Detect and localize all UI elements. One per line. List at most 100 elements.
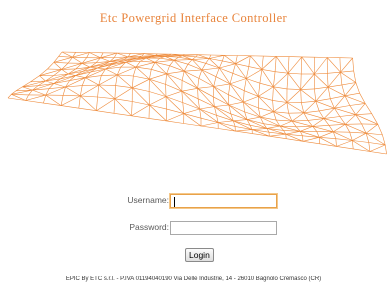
mesh-edge <box>183 113 202 119</box>
mesh-edge <box>300 89 316 102</box>
password-row: Password: <box>0 221 387 236</box>
mesh-edge <box>116 52 129 58</box>
mesh-edge <box>235 126 253 130</box>
mesh-edge <box>184 69 202 72</box>
mesh-edge <box>32 89 46 96</box>
mesh-edge <box>53 62 69 64</box>
text-caret <box>174 197 175 207</box>
mesh-edge <box>269 135 287 139</box>
mesh-edge <box>15 86 23 92</box>
mesh-edge <box>181 88 198 92</box>
mesh-edge <box>96 110 115 114</box>
mesh-edge <box>229 83 245 91</box>
mesh-edge <box>78 95 81 109</box>
mesh-edge <box>115 74 118 86</box>
mesh-edge <box>197 88 214 98</box>
mesh-edge <box>319 131 334 138</box>
mesh-edge <box>184 70 200 79</box>
mesh-edge <box>302 135 304 142</box>
mesh-edge <box>291 112 304 122</box>
mesh-edge <box>97 67 106 70</box>
mesh-edge <box>197 88 199 99</box>
mesh-edge <box>327 87 331 99</box>
mesh-edge <box>369 151 387 155</box>
mesh-edge <box>80 85 83 96</box>
mesh-edge <box>273 72 289 88</box>
mesh-edge <box>261 56 277 70</box>
mesh-edge <box>7 94 12 99</box>
mesh-edge <box>314 86 329 90</box>
mesh-edge <box>154 62 170 66</box>
mesh-edge <box>62 86 66 96</box>
mesh-edge <box>335 138 337 147</box>
mesh-edge <box>181 91 184 103</box>
password-input[interactable] <box>170 221 277 235</box>
mesh-edge <box>213 86 229 95</box>
mesh-edge <box>182 102 185 114</box>
mesh-edge <box>213 76 217 87</box>
mesh-edge <box>243 96 259 103</box>
mesh-edge <box>349 103 366 106</box>
mesh-edge <box>197 78 200 89</box>
mesh-edge <box>60 95 81 106</box>
mesh-edge <box>68 73 76 76</box>
mesh-edge <box>341 82 356 86</box>
mesh-edge <box>279 120 293 127</box>
mesh-edge <box>243 90 245 103</box>
mesh-edge <box>166 70 185 75</box>
mesh-edge <box>58 51 63 57</box>
mesh-edge <box>199 108 202 119</box>
mesh-edge <box>364 103 372 114</box>
mesh-edge <box>228 83 231 95</box>
mesh-edge <box>269 133 286 137</box>
mesh-edge <box>205 58 210 64</box>
mesh-edge <box>352 132 367 141</box>
mesh-edge <box>315 101 320 111</box>
mesh-edge <box>235 129 253 132</box>
mesh-edge <box>200 122 219 127</box>
mesh-edge <box>287 56 290 74</box>
mesh-edge <box>326 57 341 73</box>
mesh-edge <box>53 62 62 70</box>
mesh-edge <box>303 110 320 114</box>
mesh-edge <box>201 67 220 71</box>
mesh-edge <box>377 124 383 135</box>
mesh-edge <box>81 63 91 68</box>
username-input[interactable] <box>170 194 277 208</box>
mesh-edge <box>165 90 182 97</box>
mesh-edge <box>300 126 313 132</box>
mesh-edge <box>344 92 360 97</box>
mesh-edge <box>98 84 116 100</box>
mesh-edge <box>11 94 29 96</box>
mesh-edge <box>97 84 100 98</box>
mesh-edge <box>286 88 301 90</box>
mesh-edge <box>100 57 111 62</box>
mesh-edge <box>248 55 251 67</box>
mesh-edge <box>235 55 238 64</box>
mesh-edge <box>72 56 83 64</box>
mesh-edge <box>272 100 287 103</box>
mesh-edge <box>272 100 274 112</box>
mesh-edge <box>149 69 152 80</box>
mesh-edge <box>287 73 301 90</box>
mesh-edge <box>218 122 236 127</box>
mesh-edge <box>89 66 98 69</box>
mesh-edge <box>228 94 244 103</box>
mesh-edge <box>259 69 263 84</box>
mesh-edge <box>301 56 315 75</box>
mesh-edge <box>355 82 360 94</box>
mesh-edge <box>258 86 274 97</box>
mesh-edge <box>165 73 167 85</box>
mesh-edge <box>266 125 280 129</box>
mesh-edge <box>213 86 230 106</box>
mesh-edge <box>132 75 134 88</box>
mesh-edge <box>273 102 288 112</box>
mesh-edge <box>355 113 372 115</box>
mesh-edge <box>82 84 99 86</box>
mesh-edge <box>247 116 261 120</box>
mesh-edge <box>218 120 234 123</box>
mesh-edge <box>192 58 210 60</box>
mesh-edge <box>132 87 150 92</box>
login-button[interactable]: Login <box>185 248 214 262</box>
mesh-edge <box>244 111 261 118</box>
